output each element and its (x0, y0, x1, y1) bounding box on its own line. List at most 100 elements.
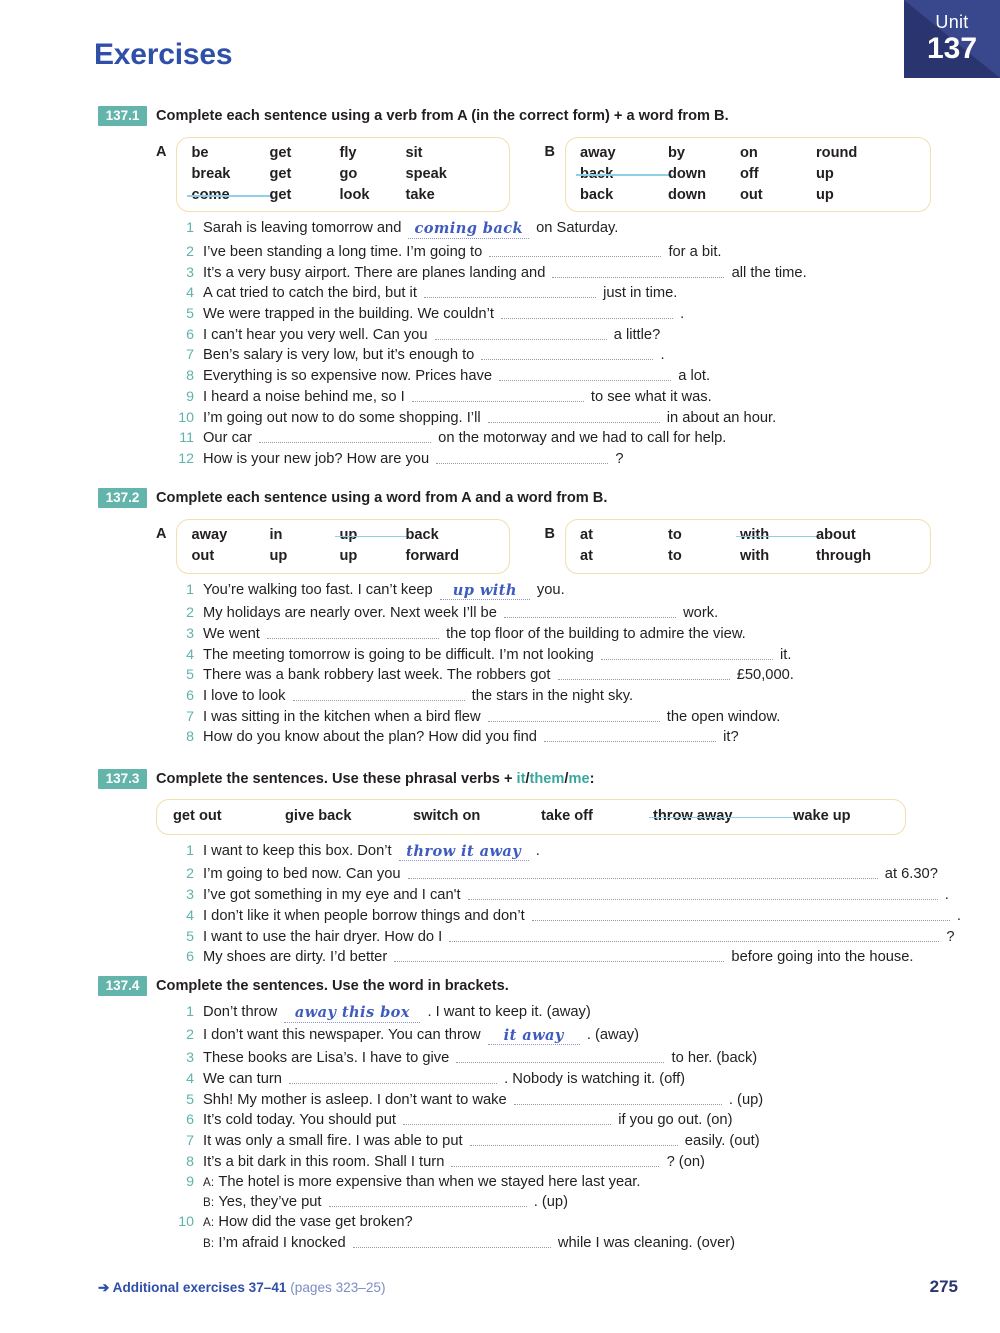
word-option[interactable]: down (668, 185, 740, 206)
answer-blank[interactable] (544, 729, 717, 743)
answer-blank[interactable] (456, 1050, 665, 1064)
word-option[interactable]: out (191, 546, 269, 567)
phrasal-verb-option[interactable]: get out (173, 806, 285, 827)
answer-blank[interactable] (403, 1112, 612, 1126)
answer-blank[interactable] (600, 647, 773, 660)
speaker-label: A: (203, 1216, 215, 1230)
phrasal-verb-option-used[interactable]: throw away (649, 806, 797, 827)
sentence-text: I can’t hear you very well. Can you (203, 326, 428, 343)
answer-blank[interactable] (449, 929, 940, 942)
word-option[interactable]: take (405, 185, 495, 206)
answer-blank[interactable] (467, 887, 938, 901)
answer-blank[interactable] (552, 265, 725, 278)
word-option[interactable]: look (339, 185, 405, 206)
word-option[interactable]: through (816, 546, 916, 567)
answer-blank[interactable] (503, 605, 676, 619)
page-title: Exercises (94, 38, 233, 71)
word-option[interactable]: to (668, 525, 740, 546)
word-option[interactable]: up (339, 546, 405, 567)
answer-blank[interactable] (469, 1133, 678, 1147)
word-option[interactable]: up (816, 185, 916, 206)
word-option[interactable]: get (269, 143, 339, 164)
item-sentence: B: Yes, they’ve put . (up) (203, 1194, 958, 1210)
item-sentence: I’m going to bed now. Can you at 6.30? (203, 866, 958, 882)
word-option[interactable]: out (740, 185, 816, 206)
word-option[interactable]: up (816, 164, 916, 185)
answer-blank[interactable] (289, 1071, 498, 1085)
answer-blank[interactable] (407, 866, 878, 880)
word-bank-A: away in up back out up up forward (176, 519, 511, 574)
word-option[interactable]: round (816, 143, 916, 164)
answer-blank[interactable] (501, 306, 674, 320)
answer-blank[interactable] (489, 244, 662, 257)
word-option[interactable]: away (580, 143, 668, 164)
answer-blank[interactable] (481, 347, 654, 361)
filled-answer[interactable]: throw it away (398, 844, 529, 862)
answer-blank[interactable] (259, 430, 432, 444)
word-option[interactable]: down (668, 164, 740, 185)
word-option[interactable]: up (269, 546, 339, 567)
answer-blank[interactable] (487, 709, 660, 722)
word-bank-line: back down out up (580, 185, 916, 206)
answer-blank[interactable] (499, 368, 672, 382)
filled-answer[interactable]: away this box (284, 1006, 421, 1023)
word-option[interactable]: on (740, 143, 816, 164)
answer-blank[interactable] (451, 1154, 660, 1167)
additional-exercises-link[interactable]: ➔ Additional exercises 37–41 (pages 323–… (98, 1280, 385, 1296)
word-option-used[interactable]: with (735, 525, 820, 546)
filled-answer[interactable]: it away (487, 1028, 580, 1046)
phrasal-verb-option[interactable]: take off (541, 806, 653, 827)
word-option[interactable]: back (580, 185, 668, 206)
word-option[interactable]: speak (405, 164, 495, 185)
answer-blank[interactable] (328, 1194, 527, 1208)
answer-blank[interactable] (487, 410, 660, 423)
sentence-text: I heard a noise behind me, so I (203, 388, 405, 405)
answer-blank[interactable] (352, 1235, 551, 1248)
word-option[interactable]: away (191, 525, 269, 546)
word-option[interactable]: at (580, 546, 668, 567)
word-option[interactable]: by (668, 143, 740, 164)
word-option[interactable]: fly (339, 143, 405, 164)
answer-blank[interactable] (531, 908, 950, 921)
word-option[interactable]: forward (405, 546, 495, 567)
word-option[interactable]: get (269, 185, 339, 206)
word-option[interactable]: get (269, 164, 339, 185)
word-option-used[interactable]: back (575, 164, 672, 185)
item-number: 3 (186, 625, 194, 642)
sentence-text: a lot. (678, 368, 711, 385)
word-option[interactable]: break (191, 164, 269, 185)
answer-blank[interactable] (434, 327, 607, 340)
word-option[interactable]: go (339, 164, 405, 185)
answer-blank[interactable] (557, 667, 730, 681)
answer-blank[interactable] (436, 451, 609, 464)
exercise-item: 5 There was a bank robbery last week. The… (172, 667, 958, 683)
answer-blank[interactable] (394, 949, 725, 963)
phrasal-verb-option[interactable]: wake up (793, 806, 889, 827)
answer-blank[interactable] (292, 688, 465, 702)
phrasal-verb-option[interactable]: switch on (413, 806, 541, 827)
sentence-text: Everything is so expensive now. Prices h… (203, 368, 493, 385)
filled-answer[interactable]: coming back (408, 222, 530, 239)
word-option-used[interactable]: up (335, 525, 410, 546)
word-option[interactable]: in (269, 525, 339, 546)
word-bank-line: be get fly sit (191, 143, 495, 164)
word-option-used[interactable]: come (187, 185, 274, 206)
exercise-header: 137.2 Complete each sentence using a word… (98, 487, 958, 509)
answer-blank[interactable] (411, 389, 584, 402)
word-option[interactable]: at (580, 525, 668, 546)
answer-blank[interactable] (513, 1092, 722, 1105)
word-option[interactable]: to (668, 546, 740, 567)
word-option[interactable]: with (740, 546, 816, 567)
sentence-text: it. (779, 646, 792, 663)
word-option[interactable]: off (740, 164, 816, 185)
speaker-label: B: (203, 1196, 215, 1210)
word-option[interactable]: be (191, 143, 269, 164)
filled-answer[interactable]: up with (439, 583, 530, 601)
phrasal-verb-option[interactable]: give back (285, 806, 413, 827)
answer-blank[interactable] (424, 285, 596, 299)
sentence-text: I’ve got something in my eye and I can't (203, 887, 461, 904)
word-option[interactable]: sit (405, 143, 495, 164)
word-option[interactable]: about (816, 525, 916, 546)
word-option[interactable]: back (405, 525, 495, 546)
answer-blank[interactable] (266, 626, 439, 639)
